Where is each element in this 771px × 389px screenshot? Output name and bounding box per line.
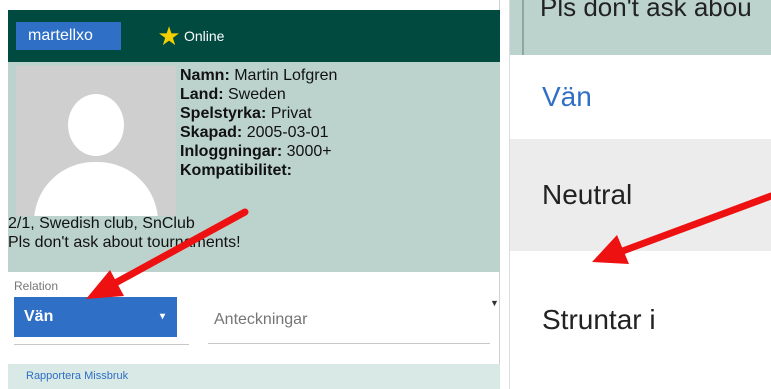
detail-value: Privat — [266, 105, 312, 122]
detail-strength: Spelstyrka: Privat — [180, 104, 490, 123]
detail-label: Land: — [180, 86, 224, 103]
dropdown-option-friend[interactable]: Vän — [510, 55, 771, 139]
notes-input[interactable] — [208, 296, 490, 344]
relation-underline — [14, 344, 189, 345]
profile-bio: 2/1, Swedish club, SnClub Pls don't ask … — [8, 214, 500, 252]
zoomed-bio-strip: Pls don't ask abou — [510, 0, 771, 55]
screenshot-root: martellxo ★ Online Namn: Martin Lofgren … — [0, 0, 771, 389]
detail-value: Sweden — [223, 86, 286, 103]
detail-logins: Inloggningar: 3000+ — [180, 142, 490, 161]
caret-down-icon: ▾ — [159, 311, 165, 322]
avatar-body-shape — [34, 162, 158, 216]
detail-label: Kompatibilitet: — [180, 162, 292, 179]
relation-dropdown-menu: Vän Neutral Struntar i — [510, 55, 771, 389]
detail-value: Martin Lofgren — [229, 67, 338, 84]
profile-panel: martellxo ★ Online Namn: Martin Lofgren … — [0, 0, 500, 389]
profile-header-bar: martellxo ★ Online — [8, 10, 500, 62]
relation-select[interactable]: Vän ▾ — [14, 297, 177, 337]
relation-selected-value: Vän — [24, 308, 54, 325]
zoomed-bio-text: Pls don't ask abou — [540, 0, 752, 22]
profile-details: Namn: Martin Lofgren Land: Sweden Spelst… — [180, 66, 490, 180]
dropdown-option-neutral[interactable]: Neutral — [510, 139, 771, 251]
detail-name: Namn: Martin Lofgren — [180, 66, 490, 85]
avatar-head-shape — [68, 94, 124, 156]
detail-label: Inloggningar: — [180, 143, 283, 160]
username-button[interactable]: martellxo — [16, 22, 121, 50]
report-abuse-link[interactable]: Rapportera Missbruk — [8, 364, 500, 389]
zoomed-dropdown-panel: Pls don't ask abou Vän Neutral Struntar … — [509, 0, 771, 389]
profile-info-box: Namn: Martin Lofgren Land: Sweden Spelst… — [8, 62, 500, 272]
detail-compatibility: Kompatibilitet: — [180, 161, 490, 180]
zoomed-divider — [522, 0, 524, 55]
avatar — [16, 66, 176, 216]
detail-label: Namn: — [180, 67, 230, 84]
bio-line: Pls don't ask about tournaments! — [8, 234, 241, 251]
detail-label: Spelstyrka: — [180, 105, 267, 122]
detail-created: Skapad: 2005-03-01 — [180, 123, 490, 142]
detail-label: Skapad: — [180, 124, 243, 141]
star-icon[interactable]: ★ — [154, 22, 184, 50]
online-status: Online — [184, 28, 225, 44]
bio-line: 2/1, Swedish club, SnClub — [8, 215, 195, 232]
detail-value: 3000+ — [282, 143, 332, 160]
scroll-down-icon[interactable]: ▼ — [490, 298, 500, 308]
detail-country: Land: Sweden — [180, 85, 490, 104]
relation-label: Relation — [14, 279, 59, 293]
dropdown-option-ignore[interactable]: Struntar i — [510, 251, 771, 389]
detail-value: 2005-03-01 — [242, 124, 329, 141]
